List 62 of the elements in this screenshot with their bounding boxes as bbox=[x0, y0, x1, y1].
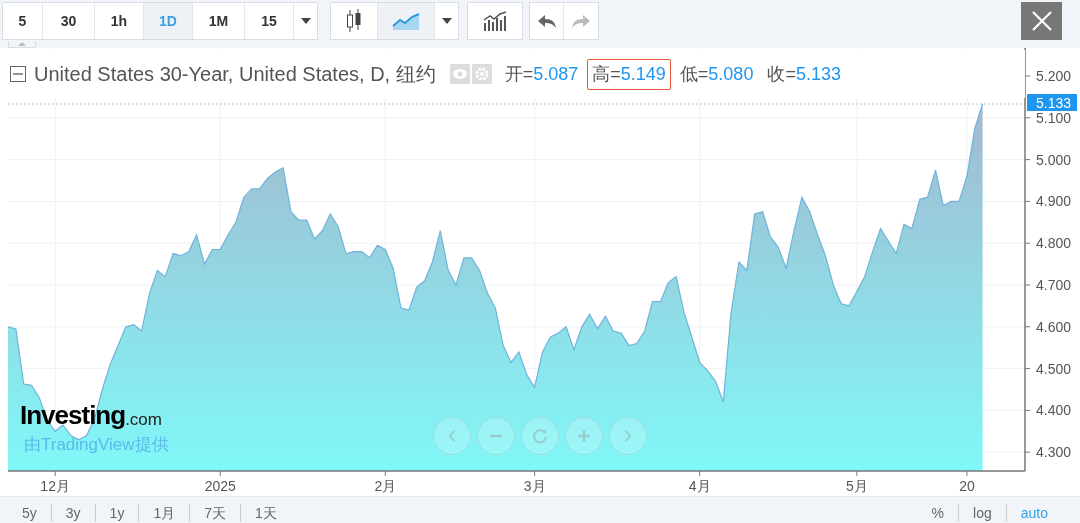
caret-down-icon bbox=[441, 18, 452, 24]
scroll-right-button[interactable] bbox=[609, 417, 647, 455]
close-icon bbox=[1030, 10, 1053, 32]
ohlc-label: 收= bbox=[767, 62, 796, 86]
caret-down-icon bbox=[300, 18, 311, 24]
axis-label: 4.600 bbox=[1036, 318, 1072, 335]
collapse-tab[interactable] bbox=[8, 42, 36, 48]
axis-label: 2025 bbox=[204, 478, 236, 494]
axis-label: 4.700 bbox=[1036, 277, 1072, 293]
axis-label: 4.300 bbox=[1036, 444, 1072, 461]
bar-chart-icon bbox=[482, 11, 508, 31]
chevron-left-icon bbox=[447, 429, 457, 443]
logo-text: Investing bbox=[20, 402, 126, 428]
indicators-button[interactable] bbox=[467, 2, 523, 40]
axis-label: 3月 bbox=[523, 478, 546, 494]
collapse-icon[interactable] bbox=[10, 66, 26, 82]
axis-label: 5.200 bbox=[1036, 68, 1072, 84]
ohlc-label: 高= bbox=[592, 62, 621, 86]
ohlc-value: 5.133 bbox=[795, 62, 841, 86]
ohlc-label: 开= bbox=[504, 62, 534, 86]
range-button[interactable]: 1y bbox=[95, 502, 139, 523]
range-button[interactable]: 7天 bbox=[190, 502, 240, 523]
series-title: United States 30-Year, United States, D, 纽约 bbox=[34, 62, 436, 87]
axis-label: 4.500 bbox=[1036, 360, 1072, 377]
scale-button[interactable]: log bbox=[959, 502, 1006, 523]
range-button[interactable]: 3y bbox=[51, 502, 95, 523]
axis-label: 2月 bbox=[374, 478, 397, 494]
axis-label: 4月 bbox=[688, 478, 711, 494]
close-button[interactable] bbox=[1021, 2, 1062, 40]
plus-icon bbox=[577, 429, 591, 443]
axis-label: 5月 bbox=[846, 478, 868, 494]
reset-button[interactable] bbox=[521, 417, 559, 455]
axis-label: 5.100 bbox=[1036, 109, 1072, 126]
ohlc-value: 5.087 bbox=[533, 62, 579, 86]
candlestick-icon bbox=[346, 8, 362, 34]
ohlc-value: 5.149 bbox=[620, 62, 666, 86]
minus-icon bbox=[489, 434, 503, 438]
axis-label: 4.400 bbox=[1036, 402, 1072, 419]
axis-label: 4.900 bbox=[1036, 193, 1072, 210]
area-chart-icon bbox=[392, 12, 420, 30]
redo-icon bbox=[571, 13, 591, 29]
zoom-in-button[interactable] bbox=[565, 417, 603, 455]
scroll-left-button[interactable] bbox=[433, 417, 471, 455]
refresh-icon bbox=[532, 428, 548, 444]
axis-label: 20 bbox=[959, 478, 975, 494]
undo-icon bbox=[536, 13, 557, 29]
ohlc-label: 低= bbox=[679, 62, 709, 86]
eye-icon[interactable] bbox=[449, 64, 470, 84]
range-button[interactable]: 1天 bbox=[241, 502, 291, 523]
range-button[interactable]: 1月 bbox=[139, 502, 190, 523]
range-button[interactable]: 5y bbox=[8, 502, 51, 523]
axis-label: 12月 bbox=[40, 478, 70, 494]
axis-label: 5.000 bbox=[1036, 151, 1072, 168]
axis-label: 4.800 bbox=[1036, 235, 1072, 252]
price-tag: 5.133 bbox=[1027, 94, 1077, 111]
zoom-out-button[interactable] bbox=[477, 417, 515, 455]
chevron-right-icon bbox=[623, 429, 633, 443]
provider-credit: 由TradingView提供 bbox=[24, 434, 169, 456]
logo-suffix: .com bbox=[125, 411, 162, 428]
scale-button[interactable]: % bbox=[917, 502, 959, 523]
settings-icon[interactable] bbox=[471, 64, 492, 84]
ohlc-value: 5.080 bbox=[708, 62, 754, 86]
